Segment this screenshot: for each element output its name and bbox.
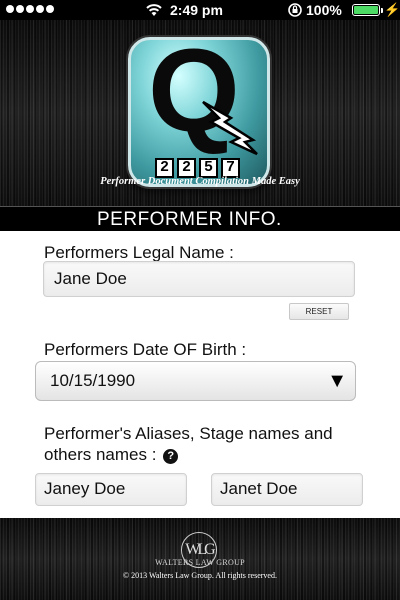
section-bar: PERFORMER INFO. [0, 206, 400, 231]
tagline: Performer Document Compilation Made Easy [100, 176, 300, 187]
counter-digit: 7 [221, 158, 240, 178]
alias-field-1[interactable]: Janey Doe [35, 473, 187, 506]
counter-digit: 2 [177, 158, 196, 178]
counter-digit: 5 [199, 158, 218, 178]
logo-counter: 2 2 5 7 [155, 158, 240, 178]
dob-label: Performers Date OF Birth : [44, 340, 247, 359]
company-name: WALTERS LAW GROUP [155, 558, 245, 567]
app-header: Q 2 2 5 7 Performer Document Compilation… [0, 20, 400, 206]
performer-form: Performers Legal Name : Jane Doe RESET P… [0, 231, 400, 518]
counter-digit: 2 [155, 158, 174, 178]
aliases-label-line1: Performer's Aliases, Stage names and [44, 424, 333, 443]
legal-name-label: Performers Legal Name : [44, 243, 234, 262]
alias-field-2[interactable]: Janet Doe [211, 473, 363, 506]
dob-select[interactable]: 10/15/1990 ▼ [35, 361, 356, 401]
help-icon[interactable]: ? [163, 449, 179, 464]
lightning-bolt-icon [202, 100, 258, 156]
status-bar: 2:49 pm 100% ⚡ [0, 0, 400, 20]
app-logo: Q 2 2 5 7 [128, 32, 270, 187]
battery-percent: 100% [306, 2, 342, 18]
dob-value: 10/15/1990 [50, 371, 136, 390]
footer: WLG WALTERS LAW GROUP © 2013 Walters Law… [0, 518, 400, 600]
dropdown-caret-icon: ▼ [327, 370, 347, 392]
section-title: PERFORMER INFO. [97, 209, 282, 230]
status-time: 2:49 pm [170, 2, 223, 18]
signal-dots-icon [6, 5, 54, 13]
battery-icon [352, 4, 383, 16]
aliases-label: Performer's Aliases, Stage names and oth… [44, 423, 333, 465]
aliases-label-line2: others names : [44, 445, 157, 464]
legal-name-field[interactable]: Jane Doe [43, 261, 355, 297]
reset-button[interactable]: RESET [289, 303, 349, 320]
charging-bolt-icon: ⚡ [384, 2, 400, 17]
wifi-icon [146, 4, 162, 16]
copyright-text: © 2013 Walters Law Group. All rights res… [123, 571, 277, 580]
rotation-lock-icon [288, 3, 302, 17]
